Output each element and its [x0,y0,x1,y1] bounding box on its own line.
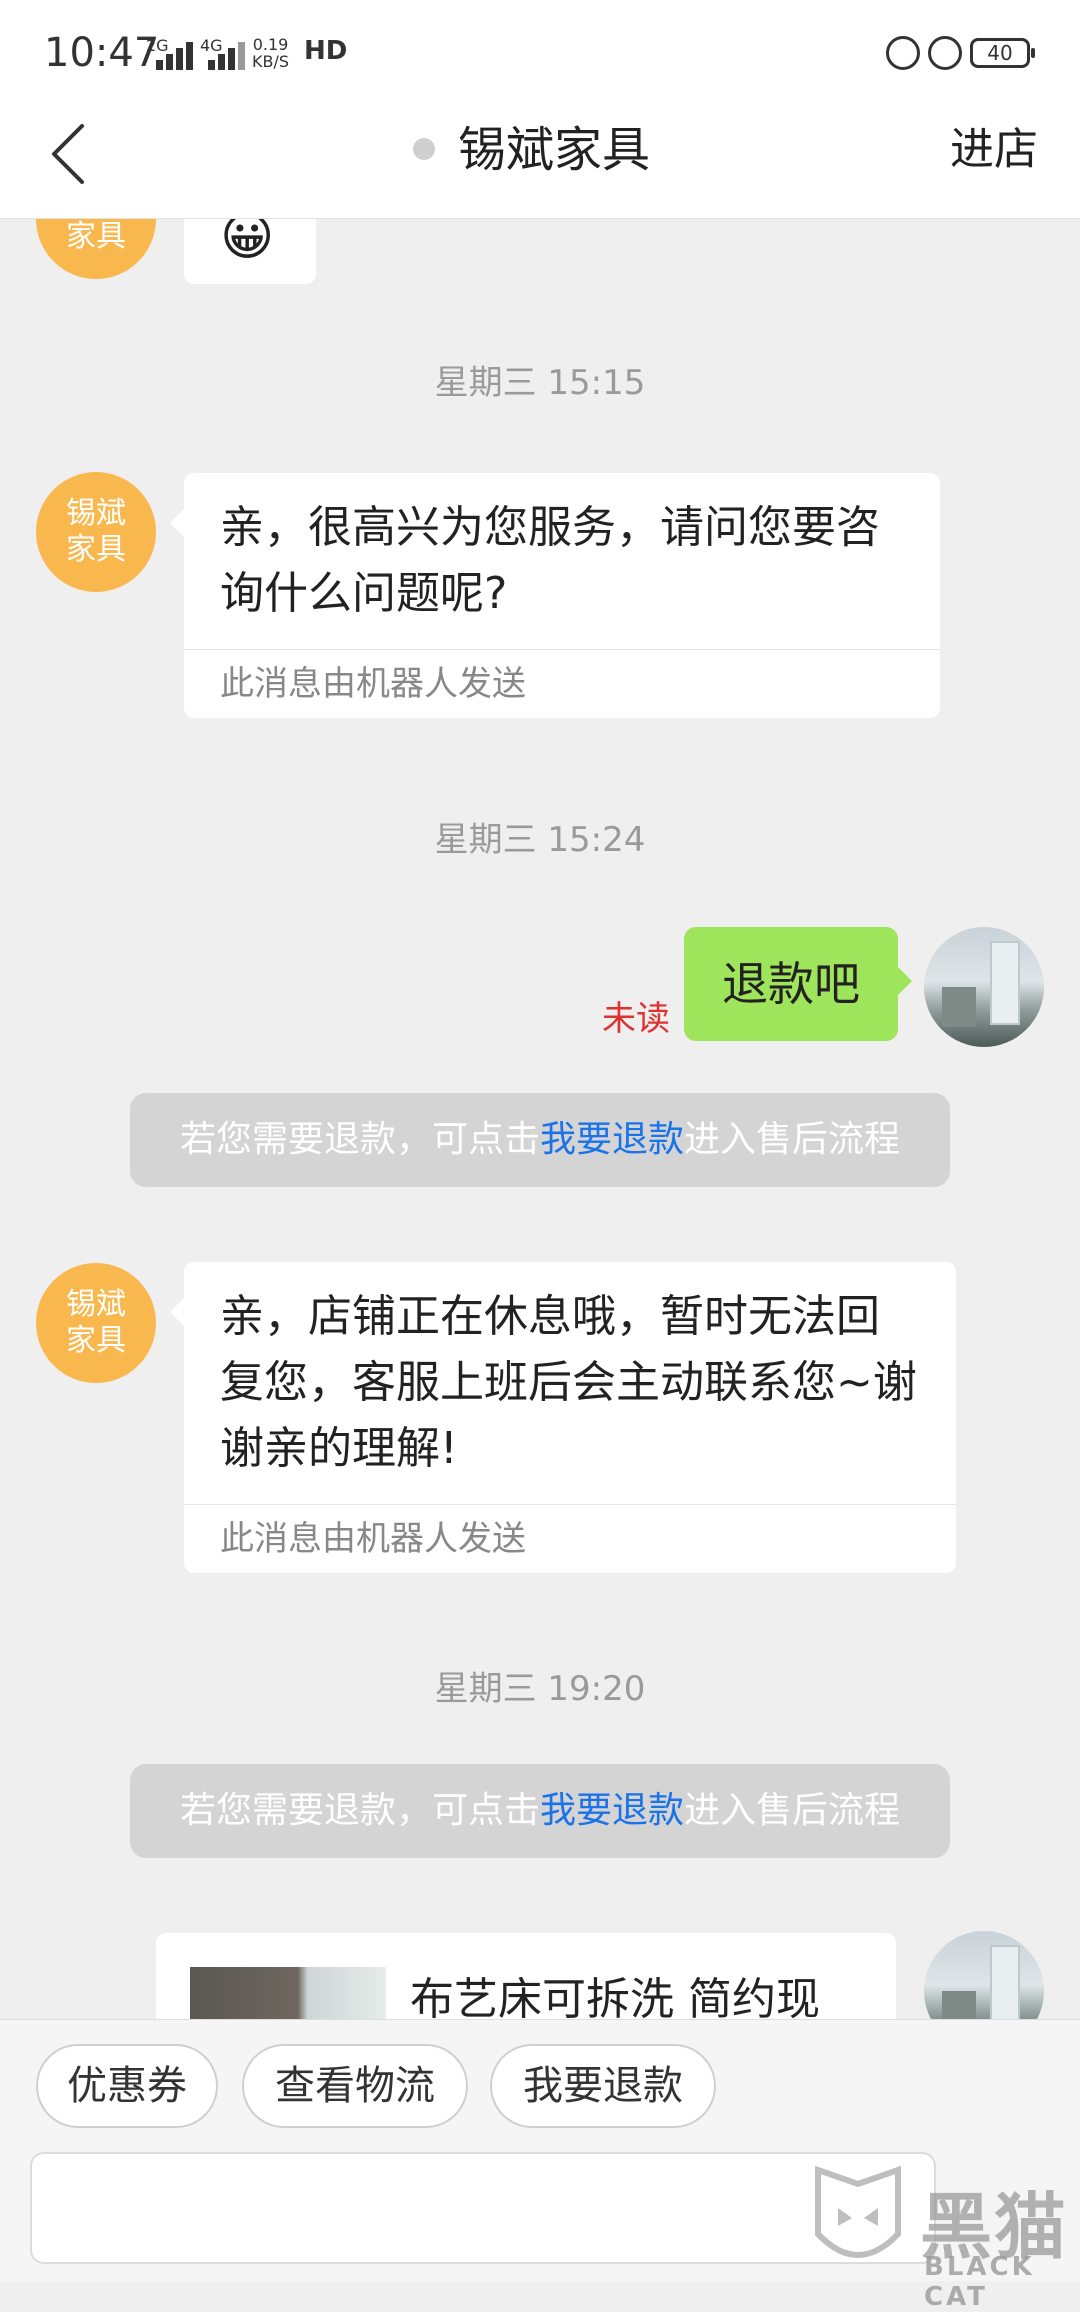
status-time: 10:47 [44,30,160,76]
product-card[interactable]: 布艺床可拆洗 简约现 [156,1933,896,2019]
timestamp: 星期三 15:15 [434,363,646,403]
bot-message-footer: 此消息由机器人发送 [184,649,940,718]
refund-notice-text-end: 进入售后流程 [684,1119,901,1160]
refund-notice-text: 若您需要退款，可点击 [179,1790,540,1831]
refund-link[interactable]: 我要退款 [540,1119,684,1160]
coupon-button[interactable]: 优惠券 [36,2044,218,2128]
signal-2-icon [202,40,246,70]
user-avatar[interactable] [924,1931,1044,2019]
signal-1-icon [150,40,194,70]
view-logistics-button[interactable]: 查看物流 [242,2044,468,2128]
black-cat-logo-icon [815,2165,901,2258]
shop-avatar[interactable]: 锡斌家具 [36,472,156,592]
watermark-subtext: BLACK CAT [924,2252,1035,2312]
alarm-icon [928,36,962,70]
online-status-dot [413,138,435,160]
battery-icon: 40 [970,38,1035,68]
page-title: 锡斌家具 [458,122,651,178]
unread-label: 未读 [602,999,670,1039]
refund-notice-text-end: 进入售后流程 [684,1790,901,1831]
network-speed: 0.19 KB/S [252,36,289,70]
shop-avatar[interactable]: 锡斌家具 [36,1263,156,1383]
bot-message-text: 亲，店铺正在休息哦，暂时无法回复您，客服上班后会主动联系您~谢谢亲的理解! [220,1291,917,1474]
refund-notice: 若您需要退款，可点击我要退款进入售后流程 [130,1764,950,1858]
hd-icon: HD [304,36,348,66]
back-icon[interactable] [44,118,94,190]
network-speed-unit: KB/S [252,52,290,71]
product-thumbnail [190,1967,386,2019]
bottom-panel: 优惠券 查看物流 我要退款 黑猫 BLACK CAT [0,2019,1080,2312]
refund-link[interactable]: 我要退款 [540,1790,684,1831]
enter-store-button[interactable]: 进店 [950,118,1038,182]
product-title: 布艺床可拆洗 简约现 [410,1974,820,2019]
chat-area[interactable]: 锡斌家具 😀 星期三 15:15 锡斌家具 亲，很高兴为您服务，请问您要咨询什么… [0,219,1080,2019]
refund-notice-text: 若您需要退款，可点击 [179,1119,540,1160]
timestamp: 星期三 19:20 [434,1669,646,1709]
user-message[interactable]: 退款吧 [684,927,912,1041]
bot-message-footer: 此消息由机器人发送 [184,1504,956,1573]
emoji-message[interactable]: 😀 [184,219,316,284]
bot-message[interactable]: 亲，很高兴为您服务，请问您要咨询什么问题呢? 此消息由机器人发送 [170,473,940,718]
status-bar: 10:47 2G 4G 0.19 KB/S HD 40 [0,0,1080,100]
refund-notice: 若您需要退款，可点击我要退款进入售后流程 [130,1093,950,1187]
bot-message[interactable]: 亲，店铺正在休息哦，暂时无法回复您，客服上班后会主动联系您~谢谢亲的理解! 此消… [170,1262,956,1573]
shop-avatar[interactable]: 锡斌家具 [36,219,156,279]
smile-emoji-icon: 😀 [220,219,275,267]
network-speed-value: 0.19 [252,35,289,54]
message-input[interactable] [30,2152,936,2264]
timestamp: 星期三 15:24 [434,820,646,860]
rotation-lock-icon [886,36,920,70]
bot-message-text: 亲，很高兴为您服务，请问您要咨询什么问题呢? [220,502,880,619]
user-avatar[interactable] [924,927,1044,1047]
request-refund-button[interactable]: 我要退款 [490,2044,716,2128]
